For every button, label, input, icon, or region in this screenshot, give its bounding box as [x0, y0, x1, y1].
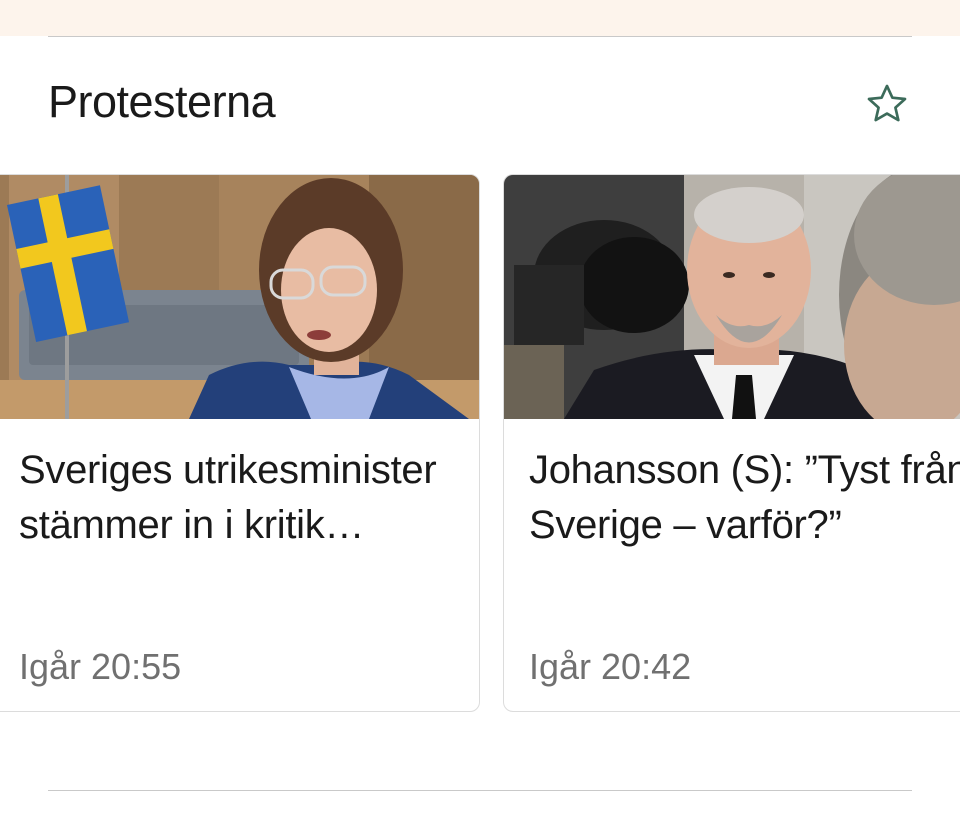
article-card[interactable]: Johansson (S): ”Tyst från Sverige – varf…: [503, 174, 960, 712]
star-outline-icon: [867, 84, 907, 122]
article-card[interactable]: Sveriges utrikesminister stämmer in i kr…: [0, 174, 480, 712]
favorite-button[interactable]: [862, 79, 912, 129]
top-banner-strip: [0, 0, 960, 36]
section-title: Protesterna: [48, 76, 276, 127]
article-title: Johansson (S): ”Tyst från Sverige – varf…: [529, 448, 960, 547]
article-image: [0, 175, 479, 419]
article-timestamp: Igår 20:42: [529, 646, 692, 687]
article-image: [504, 175, 960, 419]
section-divider-top: [48, 36, 912, 37]
article-timestamp: Igår 20:55: [19, 646, 182, 687]
section-divider-bottom: [48, 790, 912, 791]
article-title: Sveriges utrikesminister stämmer in i kr…: [19, 448, 437, 547]
article-carousel[interactable]: Sveriges utrikesminister stämmer in i kr…: [0, 174, 960, 716]
